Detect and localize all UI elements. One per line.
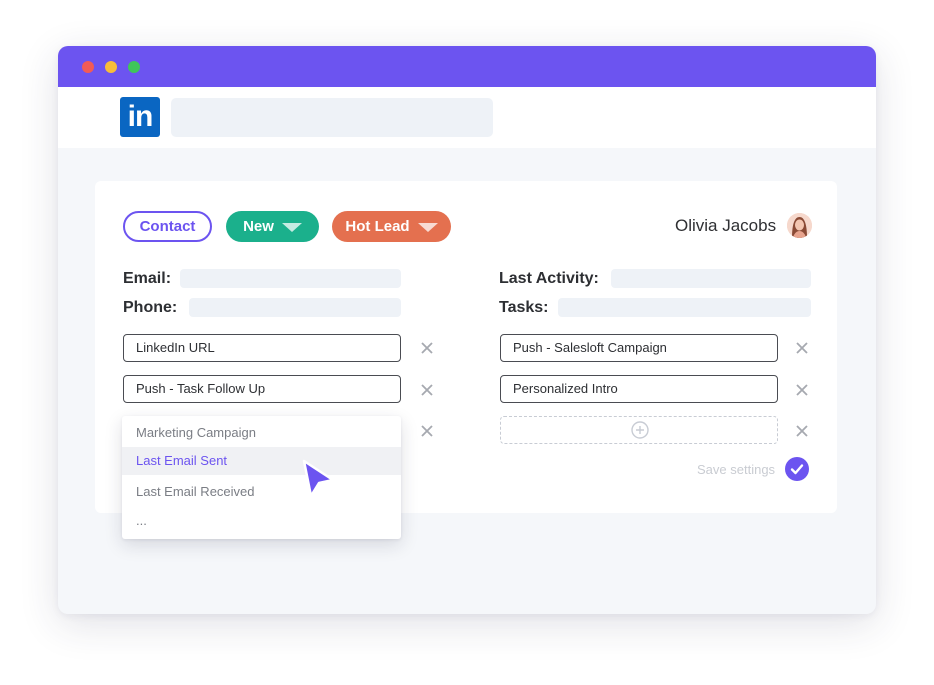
status-dropdown[interactable]: New	[226, 211, 319, 242]
remove-task-follow-up-close-icon[interactable]	[420, 383, 434, 397]
status-dropdown-label: New	[243, 218, 274, 235]
remove-field-close-icon[interactable]	[420, 424, 434, 438]
save-settings-label[interactable]: Save settings	[697, 462, 775, 477]
search-bar[interactable]	[171, 98, 493, 137]
plus-circle-icon	[631, 421, 649, 439]
contact-tag-label: Contact	[139, 218, 196, 235]
app-header: in	[58, 87, 876, 148]
user-name: Olivia Jacobs	[675, 216, 777, 235]
dropdown-option-more[interactable]: ...	[122, 507, 401, 535]
remove-empty-field-close-icon[interactable]	[795, 424, 809, 438]
caret-down-icon	[417, 223, 438, 232]
last-activity-label: Last Activity:	[499, 270, 599, 287]
personalized-intro-field[interactable]: Personalized Intro	[500, 375, 778, 403]
tasks-label: Tasks:	[499, 299, 549, 316]
field-options-dropdown: Marketing Campaign Last Email Sent Last …	[122, 416, 401, 539]
remove-salesloft-campaign-close-icon[interactable]	[795, 341, 809, 355]
lead-type-dropdown[interactable]: Hot Lead	[332, 211, 451, 242]
email-value-placeholder	[180, 269, 401, 288]
email-label: Email:	[123, 270, 172, 287]
contact-tag-button[interactable]: Contact	[123, 211, 212, 242]
save-settings-button[interactable]	[785, 457, 809, 481]
remove-linkedin-url-close-icon[interactable]	[420, 341, 434, 355]
salesloft-campaign-field[interactable]: Push - Salesloft Campaign	[500, 334, 778, 362]
tasks-value-placeholder	[558, 298, 811, 317]
phone-label: Phone:	[123, 299, 178, 316]
minimize-window-button[interactable]	[105, 61, 117, 73]
linkedin-url-field[interactable]: LinkedIn URL	[123, 334, 401, 362]
last-activity-value-placeholder	[611, 269, 811, 288]
remove-personalized-intro-close-icon[interactable]	[795, 383, 809, 397]
dropdown-option-last-email-received[interactable]: Last Email Received	[122, 478, 401, 506]
checkmark-icon	[790, 464, 804, 475]
avatar[interactable]	[787, 213, 812, 238]
title-bar	[58, 46, 876, 87]
dropdown-option-last-email-sent[interactable]: Last Email Sent	[122, 447, 401, 475]
caret-down-icon	[281, 223, 302, 232]
close-window-button[interactable]	[82, 61, 94, 73]
lead-type-dropdown-label: Hot Lead	[345, 218, 410, 235]
phone-value-placeholder	[189, 298, 401, 317]
add-field-button[interactable]	[500, 416, 778, 444]
task-follow-up-field[interactable]: Push - Task Follow Up	[123, 375, 401, 403]
mouse-cursor-icon	[302, 459, 335, 498]
maximize-window-button[interactable]	[128, 61, 140, 73]
dropdown-option-marketing-campaign[interactable]: Marketing Campaign	[122, 419, 401, 447]
linkedin-icon[interactable]: in	[120, 97, 160, 137]
